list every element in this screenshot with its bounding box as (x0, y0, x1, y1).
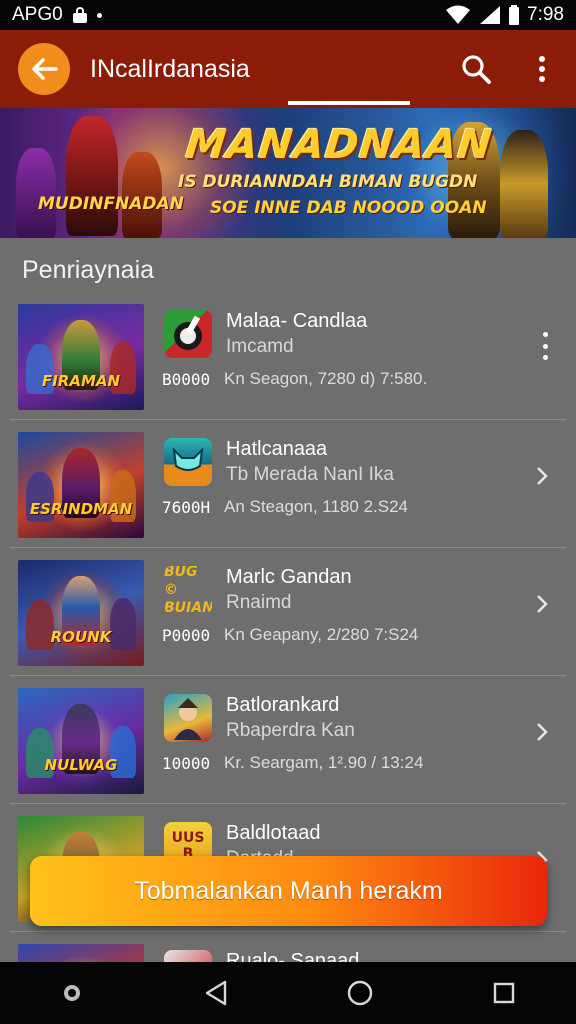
status-bar: APG0 7:98 (0, 0, 576, 30)
game-app-icon (164, 310, 212, 358)
banner-subtitle: IS DURIANNDAH BIMAN BUGDN (178, 172, 478, 192)
back-button[interactable] (18, 43, 70, 95)
signal-icon (480, 6, 501, 24)
home-circle-icon (347, 980, 373, 1006)
arrow-left-icon (32, 58, 58, 80)
primary-cta-button[interactable]: Tobmalankan Manh herakm (30, 856, 547, 926)
game-meta: Kr. Seargam, 1².90 / 13:24 (224, 753, 424, 772)
game-app-icon (164, 438, 212, 486)
back-triangle-icon (205, 980, 227, 1006)
game-title: Marlc Gandan (226, 566, 352, 588)
game-title: Batlorankard (226, 694, 340, 716)
more-options-button[interactable] (522, 49, 562, 89)
wifi-icon (446, 5, 471, 24)
thumbnail-text: ESRINDMAN (29, 500, 133, 518)
chevron-right-icon[interactable] (532, 466, 552, 486)
app-bar: INcalIrdanasia (0, 30, 576, 108)
game-list-item[interactable]: ROUNK BUG © BUIAN Marlc Gandan Rnaimd P0… (10, 548, 566, 676)
assistant-icon (64, 985, 80, 1001)
game-subtitle: Tb Merada NanI Ika (226, 464, 394, 485)
game-count: B0000 (162, 370, 211, 389)
game-list-item[interactable]: FIRAMAN Malaa- Candlaa Imcamd B0000 Kn S… (10, 292, 566, 420)
game-subtitle: Imcamd (226, 336, 294, 357)
more-vertical-icon (539, 56, 545, 82)
assistant-button[interactable] (52, 973, 92, 1013)
banner-subtitle-2: SOE INNE DAB NOOOD OOAN (210, 198, 487, 218)
more-vertical-icon[interactable] (536, 332, 554, 360)
game-thumbnail: ESRINDMAN (18, 432, 144, 538)
chevron-right-icon[interactable] (532, 722, 552, 742)
game-app-icon (164, 694, 212, 742)
page-title: INcalIrdanasia (90, 54, 250, 83)
game-meta: Kn Seagon, 7280 d) 7:580. (224, 369, 428, 388)
recents-square-icon (493, 982, 515, 1004)
icon-text-top: UUS (171, 830, 205, 846)
nav-back-button[interactable] (196, 973, 236, 1013)
carrier-label: APG0 (12, 4, 63, 25)
search-button[interactable] (456, 49, 496, 89)
game-thumbnail: NULWAG (18, 688, 144, 794)
game-title: Hatlcanaaa (226, 438, 328, 460)
clock: 7:98 (527, 4, 564, 25)
thumbnail-text: FIRAMAN (41, 372, 121, 390)
game-subtitle: Rbaperdra Kan (226, 720, 355, 741)
icon-text-top: BUG © (164, 566, 198, 598)
hero-figure-left-2 (16, 148, 56, 238)
notification-dot-icon (96, 12, 102, 18)
lock-icon (72, 7, 87, 23)
icon-text-bottom: BUIAN (164, 600, 212, 614)
search-icon (462, 55, 491, 84)
promo-banner[interactable]: MUDINFNADAN MANADNAAN IS DURIANNDAH BIMA… (0, 108, 576, 238)
game-app-icon: BUG © BUIAN (164, 566, 212, 614)
thumbnail-text: NULWAG (44, 756, 118, 774)
game-title: Malaa- Candlaa (226, 310, 368, 332)
battery-icon (509, 5, 520, 25)
system-nav-bar (0, 962, 576, 1024)
hero-figure-left (66, 116, 118, 236)
game-thumbnail: ROUNK (18, 560, 144, 666)
game-list-item[interactable]: ESRINDMAN Hatlcanaaa Tb Merada NanI Ika … (10, 420, 566, 548)
banner-title: MANADNAAN (183, 122, 495, 168)
hero-figure-right-2 (500, 130, 548, 238)
game-thumbnail: FIRAMAN (18, 304, 144, 410)
game-count: 7600H (162, 498, 211, 517)
banner-left-label: MUDINFNADAN (38, 194, 184, 214)
nav-home-button[interactable] (340, 973, 380, 1013)
tab-indicator (288, 101, 410, 105)
game-list-item[interactable]: NULWAG Batlorankard Rbaperdra Kan 10000 … (10, 676, 566, 804)
chevron-right-icon[interactable] (532, 594, 552, 614)
game-title: Baldlotaad (226, 822, 321, 844)
game-count: 10000 (162, 754, 211, 773)
thumbnail-text: ROUNK (50, 628, 112, 646)
section-title: Penriaynaia (22, 256, 155, 284)
game-subtitle: Rnaimd (226, 592, 292, 613)
app-screen: APG0 7:98 INcalIrdanasia MUDINFNADAN MAN… (0, 0, 576, 1024)
nav-recents-button[interactable] (484, 973, 524, 1013)
game-meta: An Steagon, 1180 2.S24 (224, 497, 409, 516)
game-count: P0000 (162, 626, 211, 645)
game-meta: Kn Geapany, 2/280 7:S24 (224, 625, 419, 644)
